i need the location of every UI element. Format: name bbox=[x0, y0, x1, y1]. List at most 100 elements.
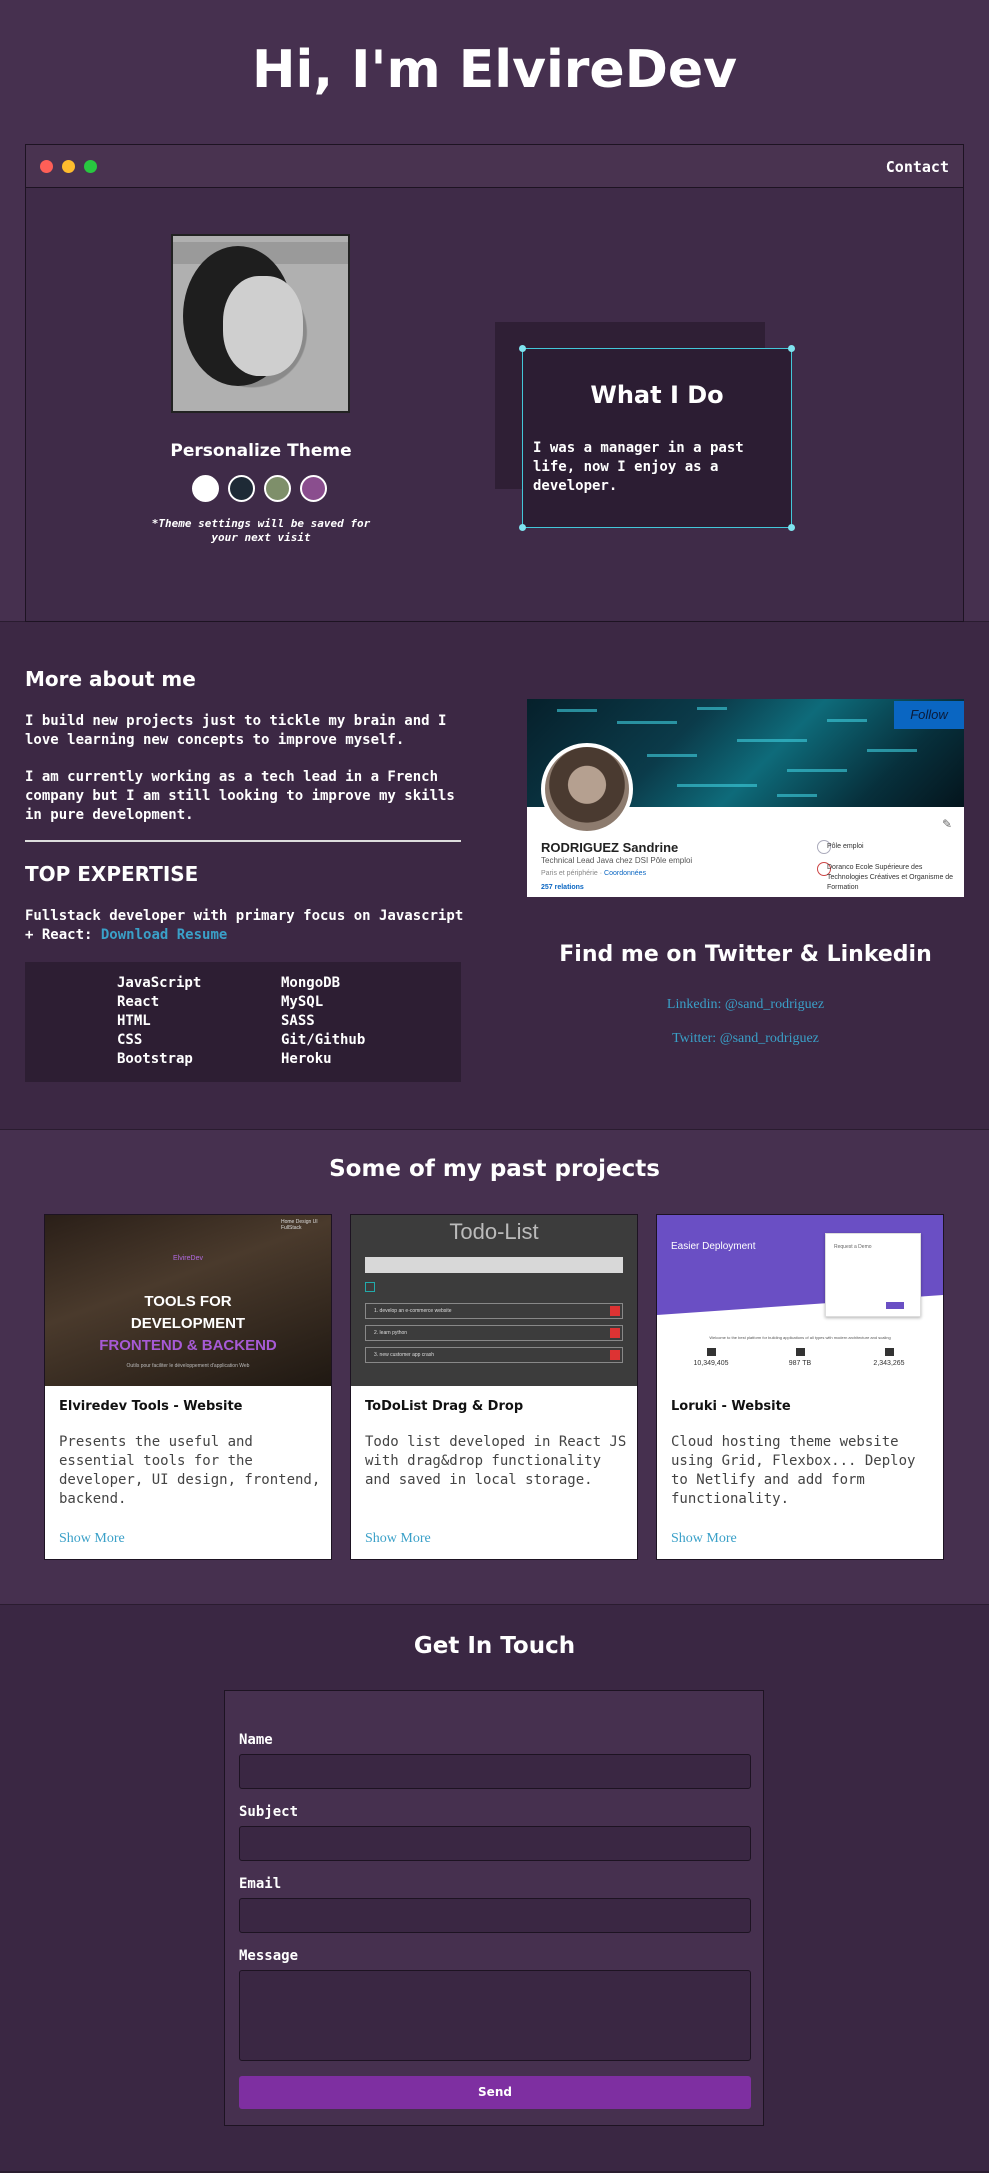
project-title: ToDoList Drag & Drop bbox=[365, 1399, 524, 1414]
send-button[interactable]: Send bbox=[239, 2076, 751, 2109]
skill-item: JavaScript bbox=[117, 975, 202, 991]
what-i-do-text: I was a manager in a past life, now I en… bbox=[533, 440, 744, 494]
linkedin-avatar bbox=[541, 743, 633, 835]
project-screenshot: Todo-List 1. develop an e-commerce websi… bbox=[351, 1215, 637, 1386]
maximize-dot-icon bbox=[84, 160, 97, 173]
screenshot-stat: 10,349,405 bbox=[693, 1360, 729, 1367]
skill-item: React bbox=[117, 994, 160, 1010]
message-label: Message bbox=[239, 1948, 299, 1964]
delete-icon bbox=[610, 1350, 620, 1360]
minimize-dot-icon bbox=[62, 160, 75, 173]
project-screenshot: Easier Deployment Request a Demo Welcome… bbox=[657, 1215, 943, 1386]
theme-swatch-dark[interactable] bbox=[228, 475, 255, 502]
divider bbox=[25, 840, 461, 842]
screenshot-heading: Easier Deployment bbox=[671, 1241, 756, 1252]
project-card[interactable]: Home Design UI FullStack ElvireDev TOOLS… bbox=[44, 1214, 332, 1560]
skills-box: JavaScript React HTML CSS Bootstrap Mong… bbox=[25, 962, 461, 1082]
project-card[interactable]: Easier Deployment Request a Demo Welcome… bbox=[656, 1214, 944, 1560]
screenshot-task: 2. learn python bbox=[365, 1325, 623, 1341]
skill-item: HTML bbox=[117, 1013, 151, 1029]
window-titlebar: Contact bbox=[26, 145, 963, 188]
email-label: Email bbox=[239, 1876, 282, 1892]
linkedin-headline: Technical Lead Java chez DSI Pôle emploi bbox=[541, 856, 693, 865]
screenshot-stat: 987 TB bbox=[788, 1360, 812, 1367]
screenshot-tagline: Welcome to the best platform for buildin… bbox=[709, 1335, 891, 1340]
screenshot-form-title: Request a Demo bbox=[834, 1244, 872, 1250]
upload-icon bbox=[796, 1348, 805, 1356]
edit-pencil-icon[interactable]: ✎ bbox=[942, 817, 952, 831]
projects-section: Some of my past projects Home Design UI … bbox=[0, 1130, 989, 1605]
project-title: Elviredev Tools - Website bbox=[59, 1399, 243, 1414]
theme-swatch-green[interactable] bbox=[264, 475, 291, 502]
what-i-do-title: What I Do bbox=[590, 381, 724, 409]
theme-swatches bbox=[192, 475, 327, 502]
resize-handle[interactable] bbox=[788, 345, 795, 352]
contact-section: Get In Touch Name Subject Email Message … bbox=[0, 1605, 989, 2173]
project-description: Presents the useful and essential tools … bbox=[59, 1434, 321, 1507]
screenshot-brand: ElvireDev bbox=[173, 1255, 203, 1262]
screenshot-heading: Todo-List bbox=[449, 1219, 539, 1244]
expertise-text: Fullstack developer with primary focus o… bbox=[25, 908, 464, 943]
screenshot-task: 1. develop an e-commerce website bbox=[365, 1303, 623, 1319]
show-more-link[interactable]: Show More bbox=[671, 1531, 737, 1547]
name-label: Name bbox=[239, 1732, 273, 1748]
project-card[interactable]: Todo-List 1. develop an e-commerce websi… bbox=[350, 1214, 638, 1560]
download-resume-link[interactable]: Download Resume bbox=[101, 927, 227, 943]
screenshot-heading: DEVELOPMENT bbox=[130, 1315, 246, 1332]
about-section: More about me I build new projects just … bbox=[0, 622, 989, 1130]
skill-item: Bootstrap bbox=[117, 1051, 193, 1067]
close-dot-icon bbox=[40, 160, 53, 173]
resize-handle[interactable] bbox=[788, 524, 795, 531]
screenshot-task: 3. new customer app crash bbox=[365, 1347, 623, 1363]
skill-item: MongoDB bbox=[281, 975, 341, 991]
screenshot-form-button bbox=[886, 1302, 904, 1309]
about-title: More about me bbox=[25, 667, 196, 691]
hero-title: Hi, I'm ElvireDev bbox=[251, 40, 738, 100]
linkedin-profile-card[interactable]: Follow ✎ RODRIGUEZ Sandrine Technical Le… bbox=[527, 699, 964, 897]
project-description: Cloud hosting theme website using Grid, … bbox=[671, 1434, 916, 1507]
linkedin-link[interactable]: Linkedin: @sand_rodriguez bbox=[527, 997, 964, 1013]
skill-item: CSS bbox=[117, 1032, 143, 1048]
twitter-link[interactable]: Twitter: @sand_rodriguez bbox=[527, 1031, 964, 1047]
resize-handle[interactable] bbox=[519, 345, 526, 352]
skill-item: SASS bbox=[281, 1013, 315, 1029]
resize-handle[interactable] bbox=[519, 524, 526, 531]
theme-note: *Theme settings will be saved for your n… bbox=[151, 517, 371, 544]
expertise-title: TOP EXPERTISE bbox=[25, 862, 199, 886]
skill-item: MySQL bbox=[281, 994, 324, 1010]
about-paragraph-2: I am currently working as a tech lead in… bbox=[25, 769, 455, 823]
screenshot-heading: TOOLS FOR bbox=[144, 1293, 232, 1310]
project-title: Loruki - Website bbox=[671, 1399, 791, 1414]
show-more-link[interactable]: Show More bbox=[365, 1531, 431, 1547]
linkedin-org-1: Pôle emploi bbox=[827, 843, 864, 850]
subject-label: Subject bbox=[239, 1804, 299, 1820]
contact-title: Get In Touch bbox=[413, 1633, 576, 1659]
email-field[interactable] bbox=[239, 1898, 751, 1933]
what-i-do-box: What I Do I was a manager in a past life… bbox=[522, 348, 792, 528]
message-field[interactable] bbox=[239, 1970, 751, 2061]
screenshot-heading: FRONTEND & BACKEND bbox=[99, 1337, 277, 1354]
screenshot-nav: Home Design UI FullStack bbox=[281, 1219, 318, 1231]
project-description: Todo list developed in React JS with dra… bbox=[365, 1434, 627, 1488]
show-more-link[interactable]: Show More bbox=[59, 1531, 125, 1547]
contact-form: Name Subject Email Message Send bbox=[224, 1690, 764, 2126]
delete-icon bbox=[610, 1306, 620, 1316]
linkedin-follow-button[interactable]: Follow bbox=[894, 701, 964, 729]
linkedin-relations[interactable]: 257 relations bbox=[541, 884, 584, 891]
theme-title: Personalize Theme bbox=[170, 441, 352, 461]
hero-section: Hi, I'm ElvireDev Contact Personalize Th… bbox=[0, 0, 989, 622]
linkedin-location: Paris et périphérie · Coordonnées bbox=[541, 870, 647, 877]
linkedin-name: RODRIGUEZ Sandrine bbox=[541, 840, 679, 855]
contact-link[interactable]: Contact bbox=[886, 158, 949, 176]
skill-item: Git/Github bbox=[281, 1032, 366, 1048]
theme-swatch-light[interactable] bbox=[192, 475, 219, 502]
theme-swatch-purple[interactable] bbox=[300, 475, 327, 502]
project-screenshot: Home Design UI FullStack ElvireDev TOOLS… bbox=[45, 1215, 331, 1386]
linkedin-coordinates-link[interactable]: Coordonnées bbox=[604, 870, 646, 877]
screenshot-caption: Outils pour faciliter le développement d… bbox=[126, 1363, 250, 1369]
social-title: Find me on Twitter & Linkedin bbox=[559, 942, 932, 967]
server-icon bbox=[707, 1348, 716, 1356]
name-field[interactable] bbox=[239, 1754, 751, 1789]
projects-title: Some of my past projects bbox=[329, 1156, 660, 1182]
subject-field[interactable] bbox=[239, 1826, 751, 1861]
